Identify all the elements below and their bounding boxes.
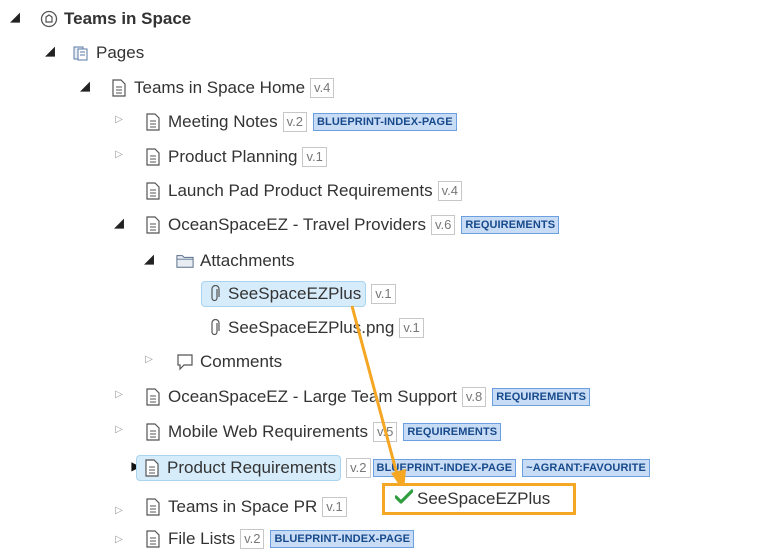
tree-item-label: Pages — [96, 43, 145, 62]
collapse-toggle[interactable]: ◢ — [142, 251, 156, 267]
version-tag: v.2 — [240, 529, 265, 549]
version-tag: v.2 — [282, 112, 308, 132]
version-tag: v.1 — [399, 318, 424, 338]
tree-item-label: SeeSpaceEZPlus — [228, 284, 362, 303]
tree-item-launch-pad[interactable]: Launch Pad Product Requirements v.4 — [144, 177, 462, 205]
page-icon — [110, 78, 128, 98]
tree-item-comments[interactable]: Comments — [176, 348, 282, 376]
version-tag: v.2 — [346, 458, 371, 478]
tree-item-label: OceanSpaceEZ - Travel Providers — [168, 215, 426, 234]
tree-item-home[interactable]: Teams in Space Home v.4 — [110, 74, 335, 102]
tree-item-attachment-selected[interactable]: SeeSpaceEZPlus v.1 — [201, 280, 396, 308]
label-badge[interactable]: BLUEPRINT-INDEX-PAGE — [372, 459, 517, 477]
tree-item-label: Product Planning — [168, 147, 298, 166]
page-icon — [144, 112, 162, 132]
label-badge[interactable]: ~AGRANT:FAVOURITE — [522, 459, 650, 477]
expand-toggle[interactable]: ▷ — [112, 149, 126, 160]
label-badge[interactable]: BLUEPRINT-INDEX-PAGE — [270, 530, 415, 548]
tree-item-label: Teams in Space PR — [168, 497, 318, 516]
tree-item-teams-pr[interactable]: Teams in Space PR v.1 — [144, 493, 347, 521]
version-tag: v.5 — [373, 422, 398, 442]
drag-tooltip: SeeSpaceEZPlus — [382, 483, 576, 515]
tree-item-product-planning[interactable]: Product Planning v.1 — [144, 143, 327, 171]
page-icon — [144, 422, 162, 442]
expand-toggle[interactable]: ▷ — [142, 354, 156, 365]
tree-item-travel-providers[interactable]: OceanSpaceEZ - Travel Providers v.6 REQU… — [144, 211, 560, 239]
expand-toggle[interactable]: ▷ — [112, 505, 126, 516]
version-tag: v.6 — [430, 215, 456, 235]
tree-item-label: Launch Pad Product Requirements — [168, 181, 433, 200]
page-icon — [144, 215, 162, 235]
label-badge[interactable]: REQUIREMENTS — [461, 216, 560, 234]
version-tag: v.4 — [310, 78, 335, 98]
tree-item-root[interactable]: Teams in Space — [40, 5, 191, 33]
comment-icon — [176, 352, 194, 372]
version-tag: v.1 — [371, 284, 396, 304]
version-tag: v.1 — [322, 497, 347, 517]
page-icon — [144, 497, 162, 517]
page-icon — [144, 181, 162, 201]
paperclip-icon — [206, 284, 224, 304]
tree-item-label: Product Requirements — [167, 458, 337, 477]
collapse-toggle[interactable]: ◢ — [43, 43, 57, 59]
tree-item-mobile-web[interactable]: Mobile Web Requirements v.5 REQUIREMENTS — [144, 418, 502, 446]
selection-highlight[interactable]: SeeSpaceEZPlus — [201, 281, 367, 307]
tree-item-attachment[interactable]: SeeSpaceEZPlus.png v.1 — [206, 314, 424, 342]
tree-item-label: Mobile Web Requirements — [168, 422, 368, 441]
folder-icon — [176, 251, 194, 271]
tree-item-meeting-notes[interactable]: Meeting Notes v.2 BLUEPRINT-INDEX-PAGE — [144, 108, 457, 136]
expand-toggle[interactable]: ▷ — [112, 534, 126, 545]
label-badge[interactable]: BLUEPRINT-INDEX-PAGE — [313, 113, 457, 131]
label-badge[interactable]: REQUIREMENTS — [403, 423, 502, 441]
expand-toggle[interactable]: ▷ — [112, 114, 126, 125]
tree-item-label: Comments — [200, 352, 283, 371]
tree-item-label: Teams in Space — [64, 9, 192, 28]
collapse-toggle[interactable]: ◢ — [112, 215, 126, 231]
version-tag: v.4 — [437, 181, 462, 201]
page-icon — [144, 387, 162, 407]
page-icon — [144, 147, 162, 167]
drop-target-row[interactable]: Product Requirements v.2 BLUEPRINT-INDEX… — [136, 454, 764, 482]
paperclip-icon — [206, 318, 224, 338]
drag-tooltip-label: SeeSpaceEZPlus — [417, 489, 551, 508]
check-icon — [394, 488, 414, 510]
label-badge[interactable]: REQUIREMENTS — [492, 388, 591, 406]
tree-item-pages[interactable]: Pages — [72, 39, 144, 67]
tree-item-file-lists[interactable]: File Lists v.2 BLUEPRINT-INDEX-PAGE — [144, 525, 415, 553]
pages-icon — [72, 43, 90, 63]
collapse-toggle[interactable]: ◢ — [78, 78, 92, 94]
tree-item-label: Attachments — [200, 251, 295, 270]
drop-target-highlight[interactable]: Product Requirements — [136, 455, 342, 481]
space-icon — [40, 9, 58, 29]
page-icon — [143, 458, 161, 478]
tree-item-label: File Lists — [168, 529, 236, 548]
collapse-toggle[interactable]: ◢ — [8, 9, 22, 25]
version-tag: v.1 — [302, 147, 327, 167]
tree-item-large-team[interactable]: OceanSpaceEZ - Large Team Support v.8 RE… — [144, 383, 591, 411]
tree-item-label: Meeting Notes — [168, 112, 278, 131]
tree-item-label: SeeSpaceEZPlus.png — [228, 318, 395, 337]
tree-item-attachments[interactable]: Attachments — [176, 247, 295, 275]
tree-item-label: Teams in Space Home — [134, 78, 306, 97]
version-tag: v.8 — [461, 387, 487, 407]
expand-toggle[interactable]: ▷ — [112, 424, 126, 435]
page-icon — [144, 529, 162, 549]
tree-item-label: OceanSpaceEZ - Large Team Support — [168, 387, 457, 406]
expand-toggle[interactable]: ▷ — [112, 389, 126, 400]
